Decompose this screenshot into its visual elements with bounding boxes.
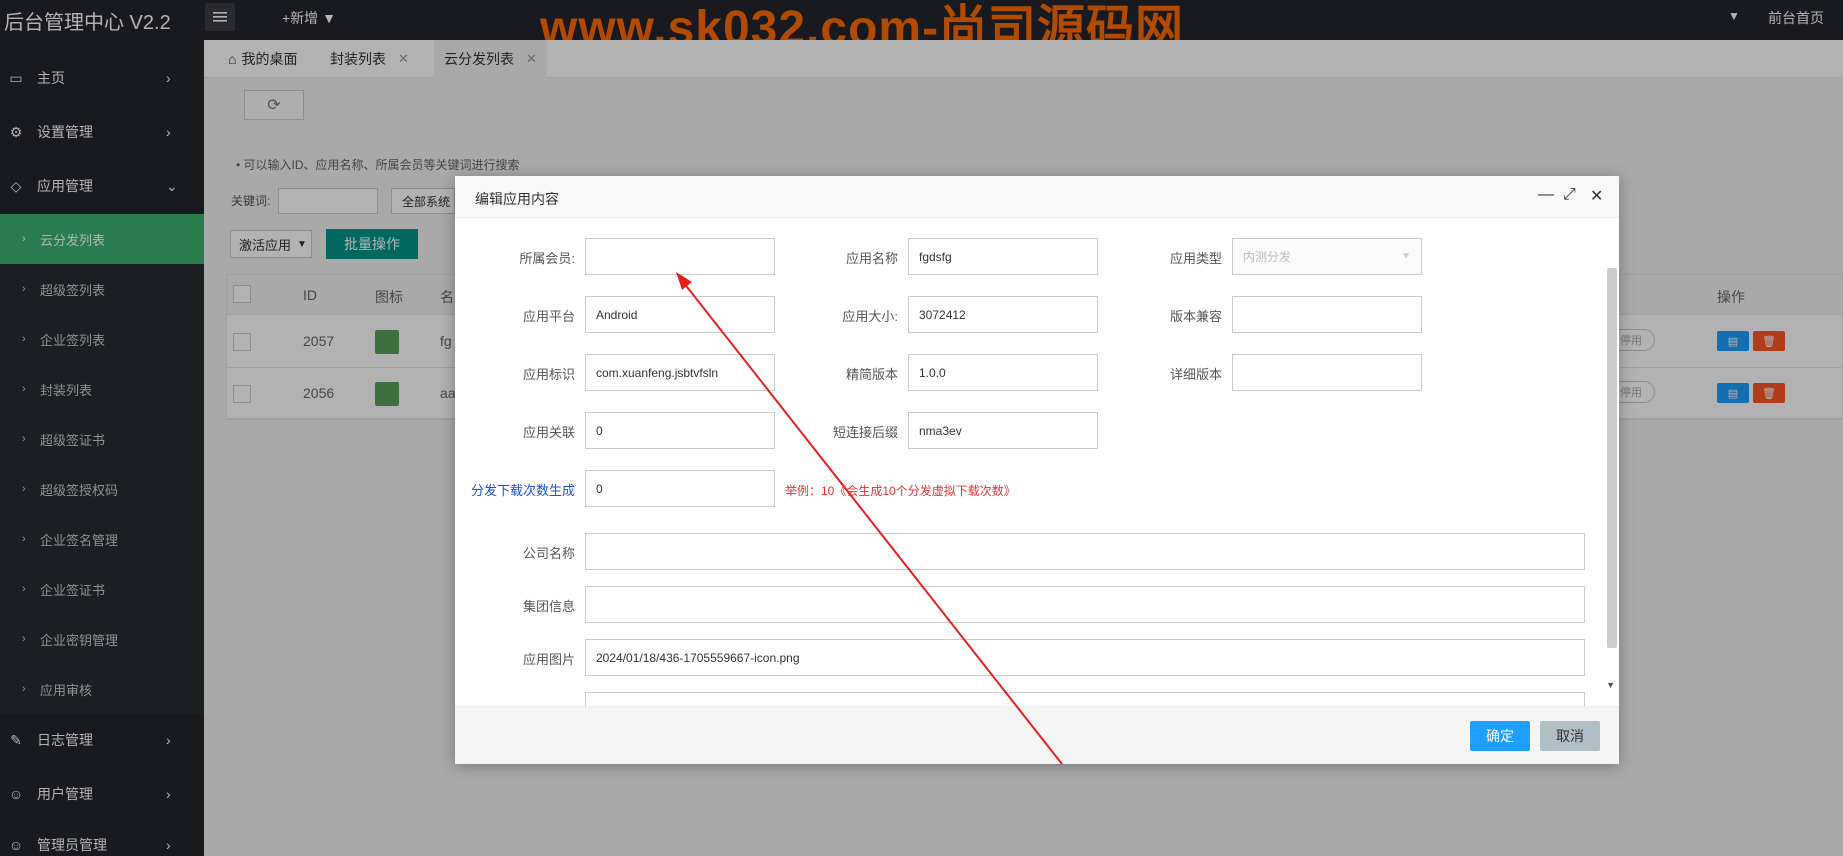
modal-scrollbar[interactable]	[1607, 268, 1617, 648]
app-type-select[interactable]: 内测分发 ▼	[1232, 238, 1422, 275]
app-type-value: 内测分发	[1243, 250, 1292, 264]
close-icon[interactable]: ✕	[1590, 186, 1603, 206]
download-count-input[interactable]: 0	[585, 470, 775, 507]
group-info-input[interactable]	[585, 586, 1585, 623]
app-size-label: 应用大小:	[842, 309, 898, 324]
app-image-label: 应用图片	[522, 652, 575, 667]
version-compat-label: 版本兼容	[1169, 309, 1222, 324]
short-link-input[interactable]: nma3ev	[908, 412, 1098, 449]
app-association-label: 应用关联	[522, 425, 575, 440]
platform-input[interactable]: Android	[585, 296, 775, 333]
detail-version-input[interactable]	[1232, 354, 1422, 391]
bundle-id-input[interactable]: com.xuanfeng.jsbtvfsln	[585, 354, 775, 391]
maximize-icon[interactable]: ⤢	[1563, 186, 1576, 204]
minimize-icon[interactable]: —	[1538, 186, 1554, 204]
company-name-input[interactable]	[585, 533, 1585, 570]
caret-down-icon: ▼	[1401, 251, 1411, 262]
version-compat-input[interactable]	[1232, 296, 1422, 333]
platform-label: 应用平台	[522, 309, 575, 324]
bundle-id-label: 应用标识	[522, 367, 575, 382]
group-info-label: 集团信息	[522, 599, 575, 614]
modal-header: 编辑应用内容 — ⤢ ✕	[455, 176, 1619, 218]
edit-app-modal: 编辑应用内容 — ⤢ ✕ 所属会员: 应用名称 fgdsfg 应用类型 内测分发…	[455, 176, 1619, 764]
scroll-down-icon[interactable]: ▼	[1606, 680, 1615, 690]
app-size-input[interactable]: 3072412	[908, 296, 1098, 333]
short-link-label: 短连接后缀	[832, 425, 898, 440]
detail-version-label: 详细版本	[1169, 367, 1222, 382]
app-name-label: 应用名称	[845, 251, 898, 266]
app-type-label: 应用类型	[1169, 251, 1222, 266]
app-association-input[interactable]: 0	[585, 412, 775, 449]
download-count-label: 分发下载次数生成	[470, 483, 575, 498]
download-count-example: 举例：10《会生成10个分发虚拟下载次数》	[785, 484, 1016, 498]
modal-title: 编辑应用内容	[475, 191, 559, 207]
modal-body: 所属会员: 应用名称 fgdsfg 应用类型 内测分发 ▼ 应用平台 Andro…	[455, 218, 1619, 706]
modal-footer: 确定 取消	[455, 706, 1619, 764]
company-name-label: 公司名称	[522, 546, 575, 561]
app-name-input[interactable]: fgdsfg	[908, 238, 1098, 275]
member-input[interactable]	[585, 238, 775, 275]
next-field-input[interactable]	[585, 692, 1585, 706]
cancel-button[interactable]: 取消	[1540, 721, 1600, 751]
app-image-input[interactable]: 2024/01/18/436-1705559667-icon.png	[585, 639, 1585, 676]
short-version-label: 精简版本	[845, 367, 898, 382]
short-version-input[interactable]: 1.0.0	[908, 354, 1098, 391]
member-label: 所属会员:	[519, 251, 575, 266]
confirm-button[interactable]: 确定	[1470, 721, 1530, 751]
